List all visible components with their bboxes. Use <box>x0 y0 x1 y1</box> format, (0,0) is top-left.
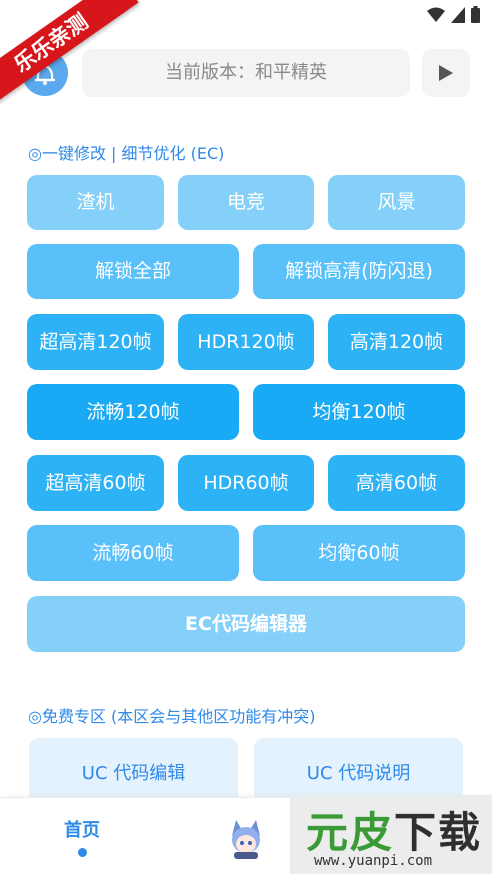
btn-hd-60[interactable]: 高清60帧 <box>328 455 465 511</box>
section-title-ec: ◎一键修改 | 细节优化 (EC) <box>28 144 225 163</box>
btn-balanced-120[interactable]: 均衡120帧 <box>253 384 465 440</box>
btn-unlock-hd[interactable]: 解锁高清(防闪退) <box>253 244 465 299</box>
btn-hd-120[interactable]: 高清120帧 <box>328 314 465 370</box>
btn-balanced-60[interactable]: 均衡60帧 <box>253 525 465 581</box>
status-icons <box>427 6 480 23</box>
ribbon-label: 乐乐亲测 <box>0 0 139 112</box>
btn-scenery[interactable]: 风景 <box>328 175 465 230</box>
ec-code-editor-button[interactable]: EC代码编辑器 <box>27 596 465 652</box>
watermark-logo: 元皮下载 <box>306 808 483 857</box>
wifi-icon <box>427 7 445 22</box>
watermark-url: www.yuanpi.com <box>314 853 433 869</box>
btn-esports[interactable]: 电竞 <box>178 175 314 230</box>
section-title-free: ◎免费专区 (本区会与其他区功能有冲突) <box>28 707 316 726</box>
mascot-icon[interactable] <box>226 816 266 860</box>
ribbon-wrap: 乐乐亲测 <box>0 0 150 120</box>
btn-lowend[interactable]: 渣机 <box>27 175 164 230</box>
nav-active-indicator <box>78 848 87 857</box>
watermark: 元皮下载 www.yuanpi.com <box>290 795 492 874</box>
btn-smooth-60[interactable]: 流畅60帧 <box>27 525 239 581</box>
play-button[interactable] <box>422 49 470 97</box>
signal-icon <box>451 6 465 23</box>
btn-unlock-all[interactable]: 解锁全部 <box>27 244 239 299</box>
btn-uhd-60[interactable]: 超高清60帧 <box>27 455 164 511</box>
battery-icon <box>471 6 480 23</box>
nav-home-tab[interactable]: 首页 <box>54 816 110 842</box>
btn-hdr-60[interactable]: HDR60帧 <box>178 455 314 511</box>
btn-smooth-120[interactable]: 流畅120帧 <box>27 384 239 440</box>
btn-uhd-120[interactable]: 超高清120帧 <box>27 314 164 370</box>
play-icon <box>439 65 453 81</box>
btn-hdr-120[interactable]: HDR120帧 <box>178 314 314 370</box>
